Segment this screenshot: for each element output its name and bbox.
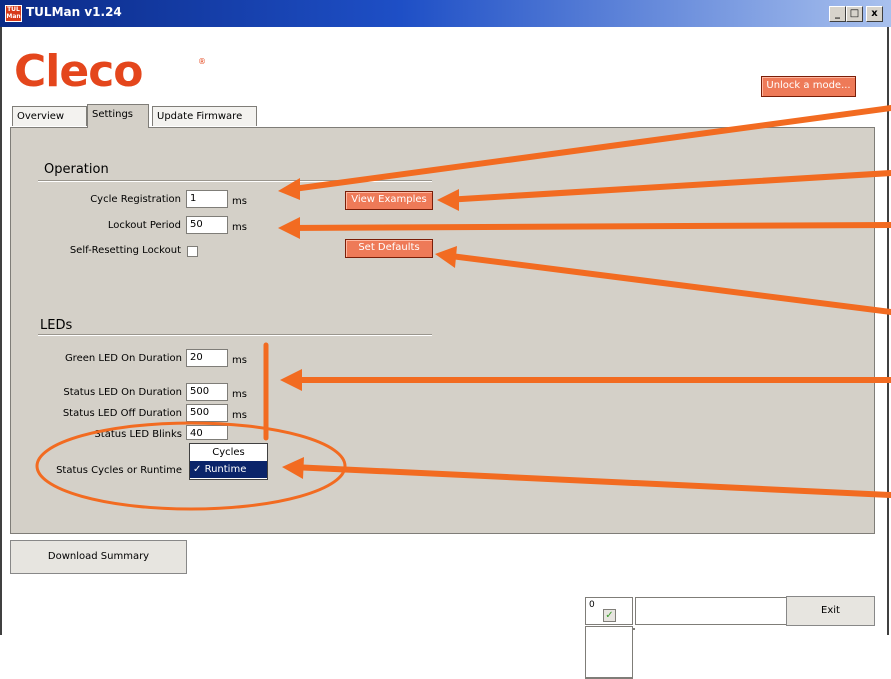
self-resetting-lockout-label: Self-Resetting Lockout: [69, 245, 181, 256]
status-led-blinks-input[interactable]: 40: [186, 425, 228, 440]
cycles-or-runtime-dropdown[interactable]: Cycles ✓ Runtime: [189, 443, 268, 480]
status-led-blinks-label: Status LED Blinks: [94, 429, 182, 439]
dropdown-option-cycles[interactable]: Cycles: [190, 444, 267, 461]
status-led-off-unit: ms: [232, 410, 247, 421]
dropdown-option-runtime-label: Runtime: [204, 464, 247, 475]
registered-mark: ®: [198, 57, 206, 66]
status-ok-icon: ✓: [603, 609, 616, 622]
operation-heading: Operation: [44, 162, 109, 177]
counter-value: 0: [589, 600, 595, 610]
dropdown-option-runtime[interactable]: ✓ Runtime: [190, 461, 267, 478]
status-led-on-label: Status LED On Duration: [63, 387, 182, 398]
green-led-on-input[interactable]: 20: [186, 349, 228, 367]
status-cycles-or-runtime-label: Status Cycles or Runtime: [56, 465, 182, 476]
title-bar: [0, 0, 891, 27]
close-button[interactable]: x: [866, 6, 883, 22]
lockout-period-label: Lockout Period: [107, 220, 181, 231]
green-led-on-unit: ms: [232, 355, 247, 366]
download-summary-button[interactable]: Download Summary: [10, 540, 187, 574]
tab-update-firmware[interactable]: Update Firmware: [152, 106, 257, 126]
lockout-period-unit: ms: [232, 222, 247, 233]
leds-heading: LEDs: [40, 318, 73, 333]
app-icon: TUL Man: [5, 5, 22, 22]
view-examples-button[interactable]: View Examples: [345, 191, 433, 210]
self-resetting-lockout-checkbox[interactable]: [187, 246, 198, 257]
window-title: TULMan v1.24: [26, 5, 122, 19]
exit-button[interactable]: Exit: [786, 596, 875, 626]
unlock-mode-button[interactable]: Unlock a mode...: [761, 76, 856, 97]
cycle-registration-unit: ms: [232, 196, 247, 207]
leds-divider: [38, 334, 432, 336]
status-led-on-input[interactable]: 500: [186, 383, 228, 401]
cycle-registration-input[interactable]: 1: [186, 190, 228, 208]
tab-overview[interactable]: Overview: [12, 106, 87, 126]
operation-divider: [38, 180, 432, 182]
set-defaults-button[interactable]: Set Defaults: [345, 239, 433, 258]
green-led-on-label: Green LED On Duration: [64, 353, 182, 364]
lockout-period-input[interactable]: 50: [186, 216, 228, 234]
maximize-button[interactable]: □: [846, 6, 863, 22]
spacer-312: [585, 626, 633, 678]
minimize-button[interactable]: _: [829, 6, 846, 22]
status-led-on-unit: ms: [232, 389, 247, 400]
status-led-off-label: Status LED Off Duration: [62, 408, 182, 419]
cycle-registration-label: Cycle Registration: [90, 194, 181, 205]
tab-settings[interactable]: Settings: [87, 104, 149, 128]
checkmark-icon: ✓: [193, 464, 202, 475]
status-led-off-input[interactable]: 500: [186, 404, 228, 422]
cleco-logo: Cleco: [14, 46, 144, 97]
